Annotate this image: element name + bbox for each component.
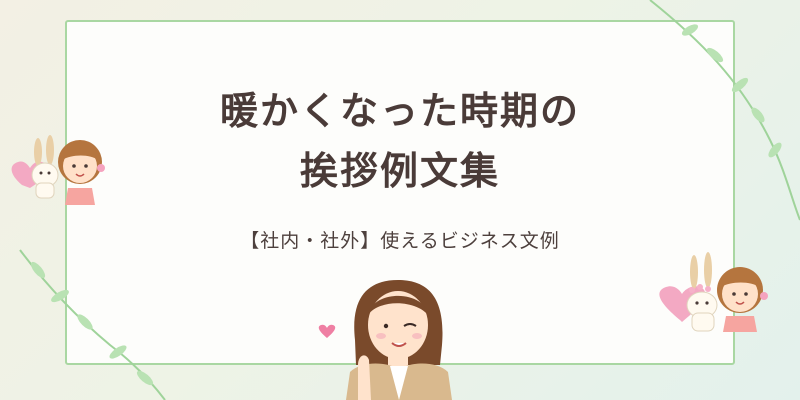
leaf-vine-icon <box>649 0 800 221</box>
girl-icon <box>58 140 105 205</box>
rabbit-icon <box>31 135 59 199</box>
businesswoman-icon <box>346 280 452 400</box>
heart-icon <box>318 324 336 338</box>
rabbit-icon <box>686 252 718 332</box>
decoration-layer <box>11 0 800 400</box>
leaf-vine-icon <box>19 249 166 400</box>
girl-icon <box>717 267 768 332</box>
